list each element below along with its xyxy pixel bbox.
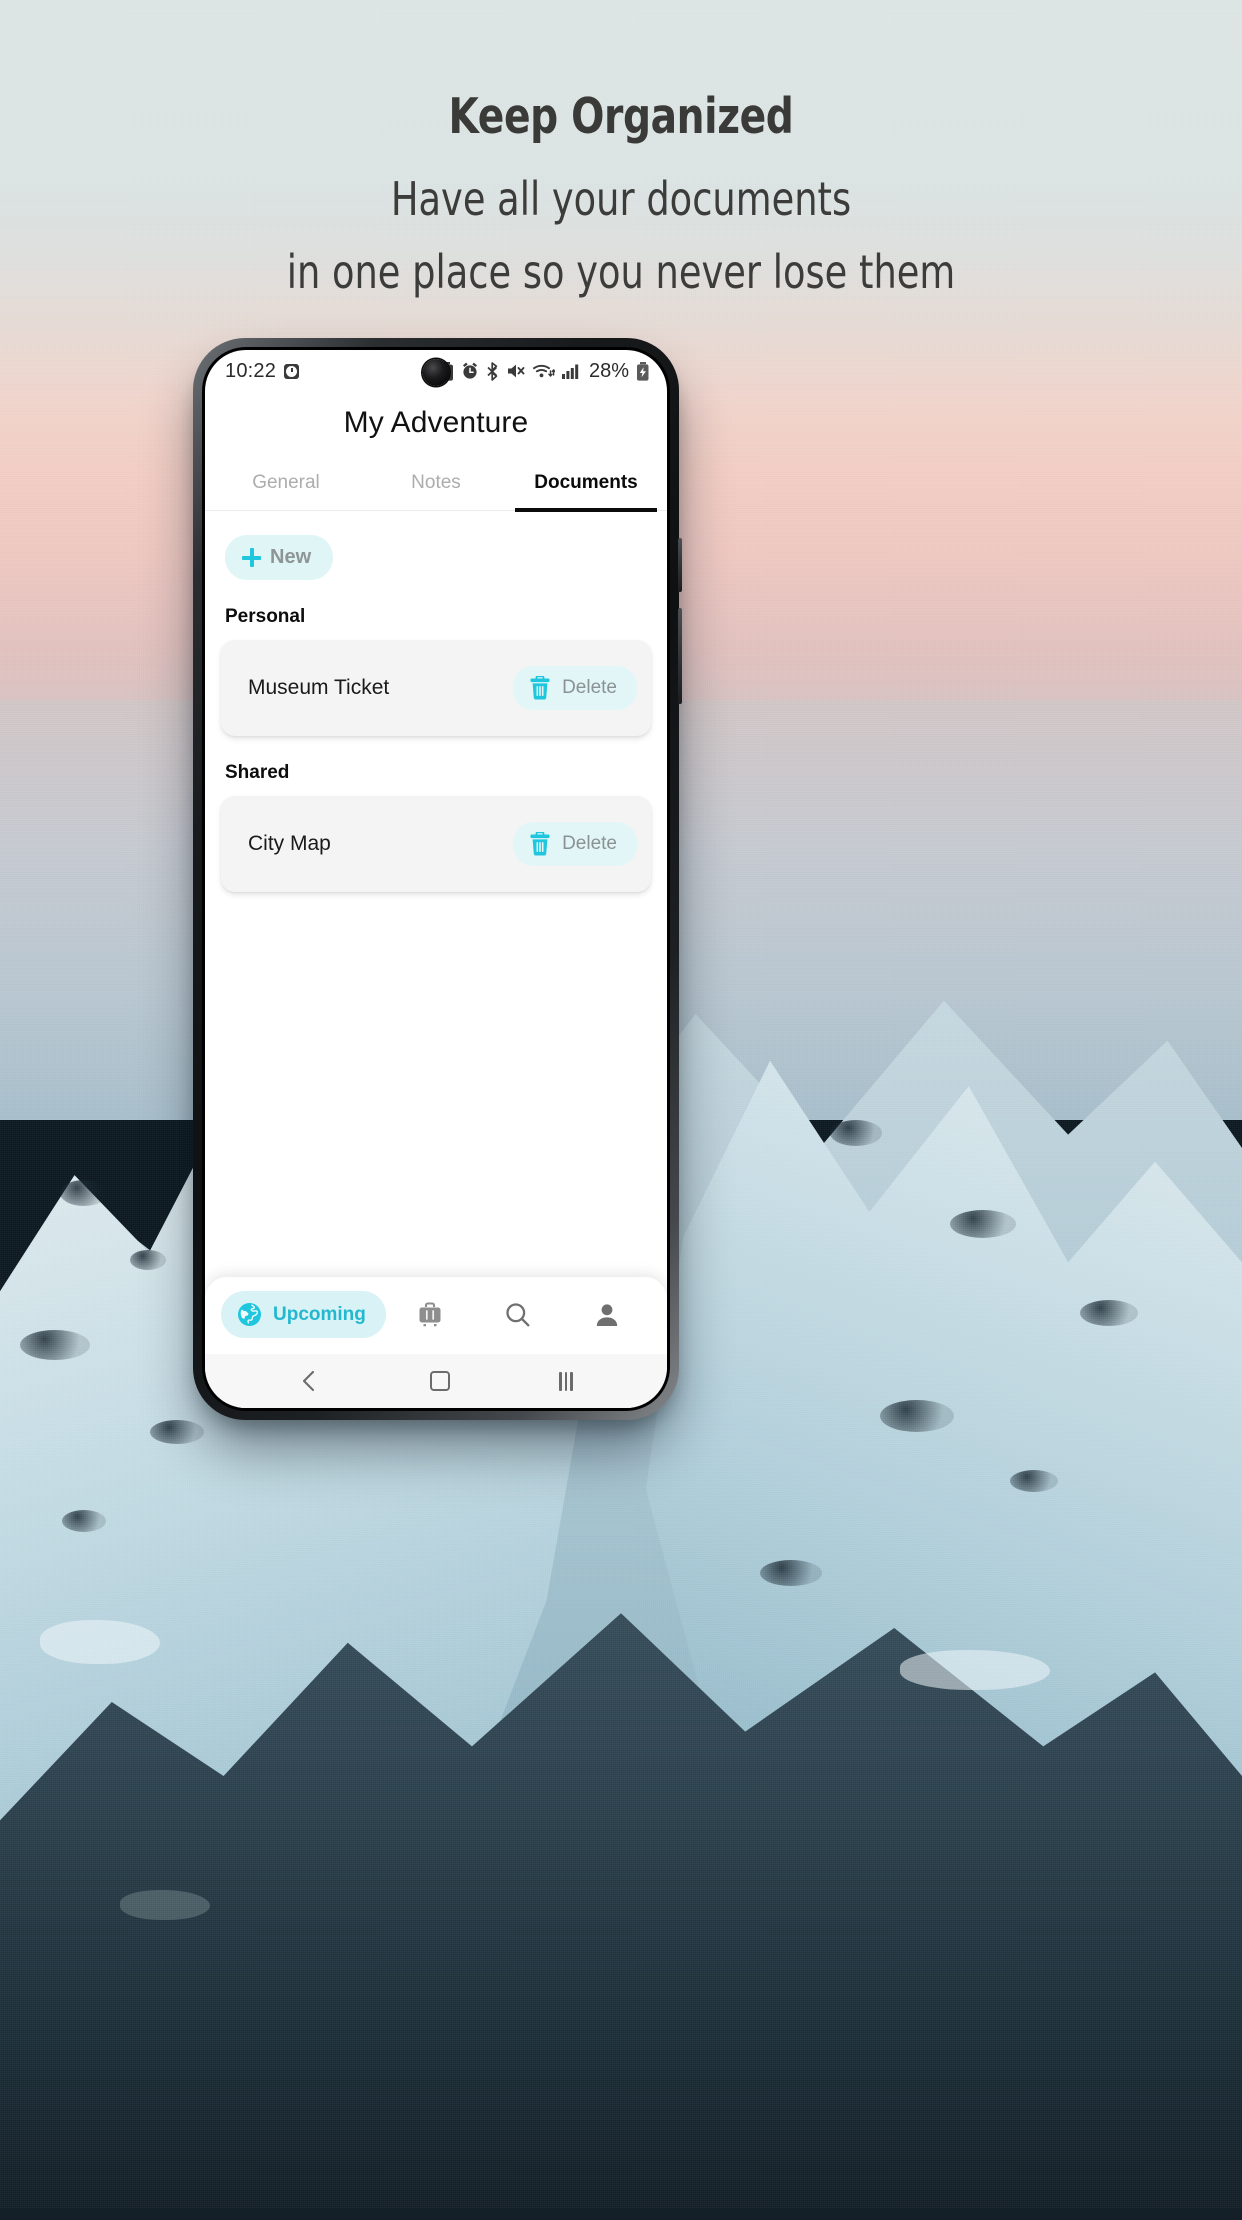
wifi-icon <box>533 364 555 378</box>
plus-icon <box>242 548 261 567</box>
nav-item-profile[interactable] <box>563 1300 651 1330</box>
tab-notes[interactable]: Notes <box>361 460 511 510</box>
recents-icon[interactable] <box>559 1371 573 1391</box>
section-title-personal: Personal <box>225 606 306 627</box>
tab-bar: General Notes Documents <box>205 460 667 512</box>
delete-button-label: Delete <box>562 677 617 698</box>
delete-button-label: Delete <box>562 833 617 854</box>
promo-headline: Keep Organized <box>448 88 794 145</box>
delete-button[interactable]: Delete <box>513 822 637 866</box>
search-icon <box>506 1302 530 1326</box>
promo-subtitle: Have all your documents in one place so … <box>124 169 1118 302</box>
promo-subtitle-line2: in one place so you never lose them <box>286 244 956 299</box>
volume-button[interactable] <box>678 608 682 704</box>
camera-punch-hole <box>422 359 450 386</box>
nav-item-luggage[interactable] <box>386 1300 474 1330</box>
page-title: My Adventure <box>343 406 529 439</box>
tab-documents[interactable]: Documents <box>511 460 661 512</box>
luggage-icon <box>419 1301 441 1326</box>
back-icon[interactable] <box>299 1370 321 1392</box>
signal-icon <box>561 364 579 379</box>
list-item[interactable]: Museum Ticket Delete <box>221 640 651 736</box>
promo-subtitle-line1: Have all your documents <box>390 172 852 226</box>
list-item[interactable]: City Map Delete <box>221 796 651 892</box>
android-navigation-bar <box>205 1354 667 1408</box>
phone-mockup: 10:22 28% My Adventure General Notes Doc… <box>193 338 682 1420</box>
promo-text-block: Keep Organized Have all your documents i… <box>0 88 1242 302</box>
status-bar: 10:22 28% <box>205 350 667 392</box>
tab-general[interactable]: General <box>211 460 361 510</box>
trash-icon <box>530 832 550 856</box>
nav-item-search[interactable] <box>474 1300 562 1330</box>
status-icons: 28% <box>439 360 649 383</box>
trash-icon <box>530 676 550 700</box>
mute-icon <box>507 364 525 378</box>
battery-percent: 28% <box>588 359 629 382</box>
phone-frame: 10:22 28% My Adventure General Notes Doc… <box>193 338 682 1420</box>
power-button[interactable] <box>678 538 682 592</box>
battery-charging-icon <box>637 361 649 381</box>
phone-screen: 10:22 28% My Adventure General Notes Doc… <box>205 350 667 1408</box>
globe-icon <box>238 1303 261 1326</box>
person-icon <box>596 1303 618 1326</box>
bottom-navigation: Upcoming <box>205 1277 667 1354</box>
section-title-shared: Shared <box>225 762 290 783</box>
new-button-label: New <box>270 546 312 568</box>
new-document-button[interactable]: New <box>225 535 334 580</box>
home-icon[interactable] <box>430 1371 451 1391</box>
alarm-icon <box>462 362 477 379</box>
delete-button[interactable]: Delete <box>513 666 637 710</box>
nav-item-upcoming[interactable]: Upcoming <box>221 1291 386 1338</box>
nav-pill-upcoming[interactable]: Upcoming <box>221 1291 386 1338</box>
nav-label-upcoming: Upcoming <box>273 1303 366 1325</box>
bluetooth-icon <box>487 361 498 381</box>
document-name: City Map <box>248 832 331 855</box>
phone-bezel: 10:22 28% My Adventure General Notes Doc… <box>202 347 670 1411</box>
document-name: Museum Ticket <box>248 676 390 699</box>
alarm-clock-icon <box>284 363 300 379</box>
status-time: 10:22 <box>225 359 277 382</box>
documents-panel: New Personal Museum Ticket Delete Shared… <box>205 511 667 1277</box>
